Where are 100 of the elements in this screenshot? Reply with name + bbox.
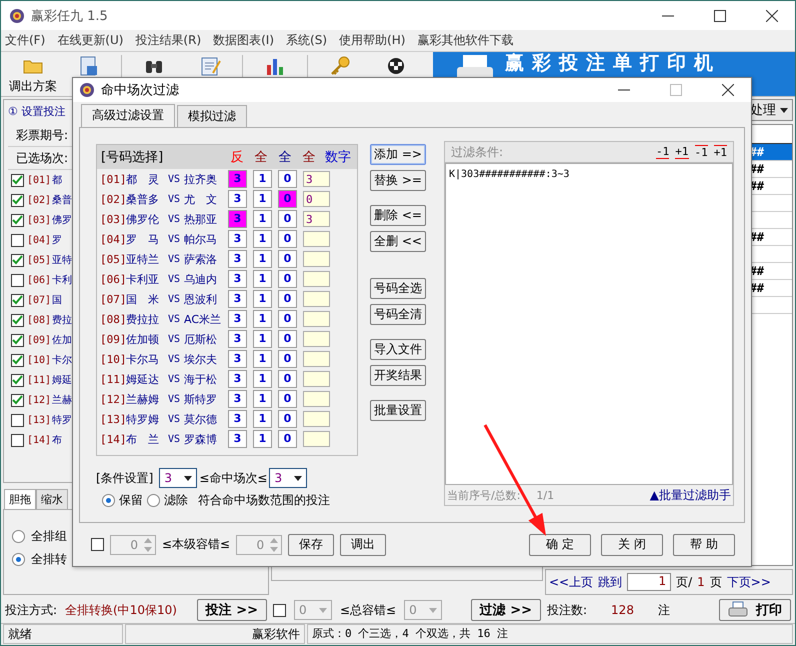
pick-button[interactable]: 3 xyxy=(228,430,247,448)
action-button[interactable]: 替换 >= xyxy=(370,170,426,191)
action-button[interactable]: 开奖结果 xyxy=(370,365,426,386)
tab[interactable]: 胆拖 xyxy=(4,489,36,510)
digits-field[interactable] xyxy=(303,431,330,447)
tab[interactable]: 高级过滤设置 xyxy=(81,104,175,127)
pick-button[interactable]: 0 xyxy=(278,410,297,428)
digits-field[interactable]: 3 xyxy=(303,171,330,187)
print-button[interactable]: 打印 xyxy=(719,599,791,622)
pick-button[interactable]: 1 xyxy=(253,430,272,448)
menu-item[interactable]: 在线更新(U) xyxy=(57,32,124,50)
checkbox[interactable] xyxy=(11,254,24,267)
action-button[interactable]: 号码全清 xyxy=(370,304,426,325)
hits-dropdown[interactable]: 3 xyxy=(269,468,308,488)
menu-item[interactable]: 投注结果(R) xyxy=(135,32,202,50)
checkbox[interactable] xyxy=(11,334,24,347)
pick-button[interactable]: 1 xyxy=(253,270,272,288)
pick-button[interactable]: 3 xyxy=(228,350,247,368)
step-button[interactable]: -1 xyxy=(656,145,670,159)
pick-button[interactable]: 1 xyxy=(253,190,272,208)
action-button[interactable]: 导入文件 xyxy=(370,339,426,360)
tab[interactable]: 缩水 xyxy=(36,489,68,510)
pick-button[interactable]: 0 xyxy=(278,350,297,368)
toolbar-button[interactable]: 调出方案 xyxy=(5,52,61,96)
action-button[interactable]: 批量设置 xyxy=(370,400,426,421)
next-page-link[interactable]: 下页>> xyxy=(726,574,771,591)
digits-field[interactable] xyxy=(303,311,330,327)
digits-field[interactable] xyxy=(303,291,330,307)
checkbox[interactable] xyxy=(11,414,24,427)
action-button[interactable]: 保存 xyxy=(288,534,334,556)
action-button[interactable]: 号码全选 xyxy=(370,278,426,299)
digits-field[interactable]: 0 xyxy=(303,191,330,207)
pick-button[interactable]: 3 xyxy=(228,290,247,308)
menu-item[interactable]: 使用帮助(H) xyxy=(339,32,406,50)
digits-field[interactable] xyxy=(303,231,330,247)
action-button[interactable]: 关 闭 xyxy=(601,534,663,556)
checkbox[interactable] xyxy=(273,604,286,617)
pick-button[interactable]: 1 xyxy=(253,250,272,268)
checkbox[interactable] xyxy=(11,394,24,407)
pick-button[interactable]: 0 xyxy=(278,170,297,188)
checkbox[interactable] xyxy=(11,374,24,387)
pick-button[interactable]: 0 xyxy=(278,210,297,228)
pick-button[interactable]: 0 xyxy=(278,330,297,348)
batch-filter-helper-link[interactable]: ▲批量过滤助手 xyxy=(650,486,731,504)
checkbox[interactable] xyxy=(11,294,24,307)
pick-button[interactable]: 3 xyxy=(228,410,247,428)
pick-button[interactable]: 0 xyxy=(278,370,297,388)
pick-button[interactable]: 0 xyxy=(278,270,297,288)
action-button[interactable]: 调出 xyxy=(340,534,386,556)
prev-page-link[interactable]: <<上页 xyxy=(549,574,594,591)
pick-button[interactable]: 1 xyxy=(253,350,272,368)
pick-button[interactable]: 0 xyxy=(278,250,297,268)
pick-button[interactable]: 1 xyxy=(253,230,272,248)
checkbox[interactable] xyxy=(11,314,24,327)
pick-button[interactable]: 3 xyxy=(228,390,247,408)
pick-button[interactable]: 3 xyxy=(228,190,247,208)
pick-button[interactable]: 0 xyxy=(278,290,297,308)
radio-button[interactable] xyxy=(147,494,160,507)
digits-field[interactable]: 3 xyxy=(303,211,330,227)
checkbox[interactable] xyxy=(11,194,24,207)
filter-text-area[interactable]: K|303###########:3~3 xyxy=(445,163,733,485)
pick-button[interactable]: 1 xyxy=(253,410,272,428)
radio-button[interactable] xyxy=(12,553,25,566)
step-button[interactable]: +1 xyxy=(714,145,727,159)
bet-button[interactable]: 投注 >> xyxy=(196,599,267,622)
pick-button[interactable]: 3 xyxy=(228,370,247,388)
pick-button[interactable]: 0 xyxy=(278,310,297,328)
digits-field[interactable] xyxy=(303,271,330,287)
pick-button[interactable]: 1 xyxy=(253,370,272,388)
digits-field[interactable] xyxy=(303,371,330,387)
radio-button[interactable] xyxy=(102,494,115,507)
pick-button[interactable]: 1 xyxy=(253,170,272,188)
pick-button[interactable]: 0 xyxy=(278,190,297,208)
menu-item[interactable]: 系统(S) xyxy=(286,32,328,50)
checkbox[interactable] xyxy=(11,434,24,447)
pick-button[interactable]: 3 xyxy=(228,230,247,248)
tab[interactable]: 模拟过滤 xyxy=(177,105,247,127)
action-button[interactable]: 添加 => xyxy=(370,144,426,165)
action-button[interactable]: 全删 << xyxy=(370,231,426,252)
step-button[interactable]: +1 xyxy=(675,145,688,159)
menu-item[interactable]: 赢彩其他软件下载 xyxy=(417,32,514,50)
menu-item[interactable]: 文件(F) xyxy=(5,32,46,50)
jump-link[interactable]: 跳到 xyxy=(598,574,622,591)
pick-button[interactable]: 1 xyxy=(253,330,272,348)
pick-button[interactable]: 3 xyxy=(228,330,247,348)
hits-dropdown[interactable]: 3 xyxy=(159,468,198,488)
checkbox[interactable] xyxy=(11,274,24,287)
pick-button[interactable]: 3 xyxy=(228,170,247,188)
digits-field[interactable] xyxy=(303,351,330,367)
pick-button[interactable]: 0 xyxy=(278,430,297,448)
digits-field[interactable] xyxy=(303,251,330,267)
step-button[interactable]: -1 xyxy=(694,145,708,159)
pick-button[interactable]: 3 xyxy=(228,310,247,328)
action-button[interactable]: 删除 <= xyxy=(370,205,426,226)
digits-field[interactable] xyxy=(303,331,330,347)
checkbox[interactable] xyxy=(11,174,24,187)
checkbox[interactable] xyxy=(11,214,24,227)
pick-button[interactable]: 3 xyxy=(228,270,247,288)
pick-button[interactable]: 0 xyxy=(278,390,297,408)
pick-button[interactable]: 1 xyxy=(253,290,272,308)
